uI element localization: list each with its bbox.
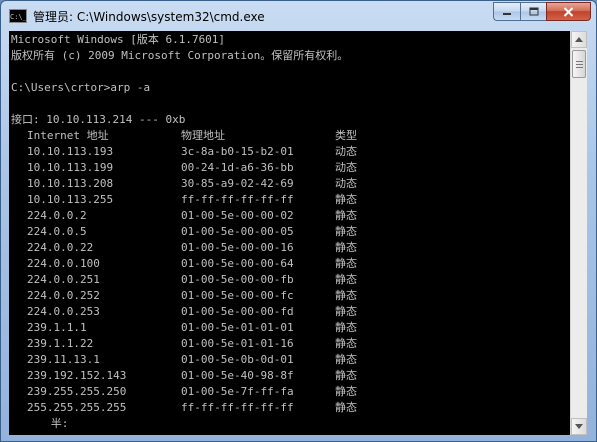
mac-address: 01-00-5e-7f-ff-fa (181, 385, 294, 398)
maximize-icon (529, 7, 538, 15)
thumb-grip-line (576, 64, 583, 65)
mac-address: 01-00-5e-01-01-16 (181, 337, 294, 350)
column-header-mac: 物理地址 (181, 129, 225, 142)
mac-address: 01-00-5e-00-00-16 (181, 241, 294, 254)
caption-buttons (493, 2, 591, 22)
scroll-down-button[interactable] (571, 418, 587, 435)
ip-address: 224.0.0.100 (27, 257, 100, 270)
ip-address: 224.0.0.253 (27, 305, 100, 318)
console-output[interactable]: Microsoft Windows [版本 6.1.7601] 版权所有 (c) … (9, 31, 570, 435)
mac-address: 01-00-5e-0b-0d-01 (181, 353, 294, 366)
mac-address: 01-00-5e-00-00-02 (181, 209, 294, 222)
mac-address: 01-00-5e-00-00-fb (181, 273, 294, 286)
entry-type: 静态 (335, 289, 357, 302)
entry-type: 动态 (335, 145, 357, 158)
console-line: 接口: 10.10.113.214 --- 0xb (11, 113, 186, 126)
ip-address: 239.255.255.250 (27, 385, 127, 398)
ip-address: 239.11.13.1 (27, 353, 100, 366)
arrow-up-icon (575, 37, 583, 42)
column-header-type: 类型 (335, 129, 357, 142)
mac-address: 01-00-5e-00-00-64 (181, 257, 294, 270)
entry-type: 动态 (335, 177, 357, 190)
scroll-up-button[interactable] (571, 31, 587, 48)
column-header-ip: Internet 地址 (27, 129, 109, 142)
vertical-scrollbar[interactable] (570, 31, 587, 435)
ip-address: 239.1.1.1 (27, 321, 87, 334)
entry-type: 静态 (335, 305, 357, 318)
console-line: 版权所有 (c) 2009 Microsoft Corporation。保留所有… (11, 49, 349, 62)
entry-type: 静态 (335, 401, 357, 414)
mac-address: ff-ff-ff-ff-ff-ff (181, 401, 294, 414)
ip-address: 239.192.152.143 (27, 369, 127, 382)
window-title: 管理员: C:\Windows\system32\cmd.exe (33, 10, 265, 24)
mac-address: 01-00-5e-00-00-fc (181, 289, 294, 302)
minimize-button[interactable] (493, 2, 520, 21)
entry-type: 静态 (335, 257, 357, 270)
ip-address: 224.0.0.22 (27, 241, 94, 254)
close-button[interactable] (546, 2, 591, 21)
entry-type: 静态 (335, 337, 357, 350)
ip-address: 10.10.113.199 (27, 161, 114, 174)
title-bar[interactable]: C:\_ 管理员: C:\Windows\system32\cmd.exe (1, 1, 596, 31)
mac-address: 01-00-5e-40-98-8f (181, 369, 294, 382)
console-prompt-line: 半: (11, 417, 69, 430)
entry-type: 静态 (335, 273, 357, 286)
console-line: Microsoft Windows [版本 6.1.7601] (11, 33, 226, 46)
entry-type: 静态 (335, 241, 357, 254)
entry-type: 静态 (335, 369, 357, 382)
thumb-grip-line (576, 61, 583, 62)
mac-address: 01-00-5e-01-01-01 (181, 321, 294, 334)
entry-type: 静态 (335, 353, 357, 366)
ip-address: 239.1.1.22 (27, 337, 94, 350)
scroll-thumb[interactable] (572, 50, 586, 78)
ip-address: 224.0.0.2 (27, 209, 87, 222)
entry-type: 动态 (335, 161, 357, 174)
console-line: C:\Users\crtor>arp -a (11, 81, 151, 94)
cmd-window: C:\_ 管理员: C:\Windows\system32\cmd.exe Mi… (0, 0, 597, 442)
entry-type: 静态 (335, 225, 357, 238)
ip-address: 224.0.0.252 (27, 289, 100, 302)
mac-address: ff-ff-ff-ff-ff-ff (181, 193, 294, 206)
maximize-button[interactable] (520, 2, 546, 21)
cmd-app-icon[interactable]: C:\_ (9, 9, 27, 23)
entry-type: 静态 (335, 209, 357, 222)
ip-address: 10.10.113.255 (27, 193, 114, 206)
mac-address: 01-00-5e-00-00-fd (181, 305, 294, 318)
ip-address: 10.10.113.208 (27, 177, 114, 190)
ip-address: 255.255.255.255 (27, 401, 127, 414)
thumb-grip-line (576, 67, 583, 68)
entry-type: 静态 (335, 193, 357, 206)
minimize-icon (503, 12, 511, 15)
mac-address: 30-85-a9-02-42-69 (181, 177, 294, 190)
ip-address: 224.0.0.251 (27, 273, 100, 286)
ip-address: 10.10.113.193 (27, 145, 114, 158)
entry-type: 静态 (335, 385, 357, 398)
mac-address: 01-00-5e-00-00-05 (181, 225, 294, 238)
arrow-down-icon (575, 424, 583, 429)
entry-type: 静态 (335, 321, 357, 334)
mac-address: 00-24-1d-a6-36-bb (181, 161, 294, 174)
close-icon (563, 6, 574, 17)
mac-address: 3c-8a-b0-15-b2-01 (181, 145, 294, 158)
ip-address: 224.0.0.5 (27, 225, 87, 238)
